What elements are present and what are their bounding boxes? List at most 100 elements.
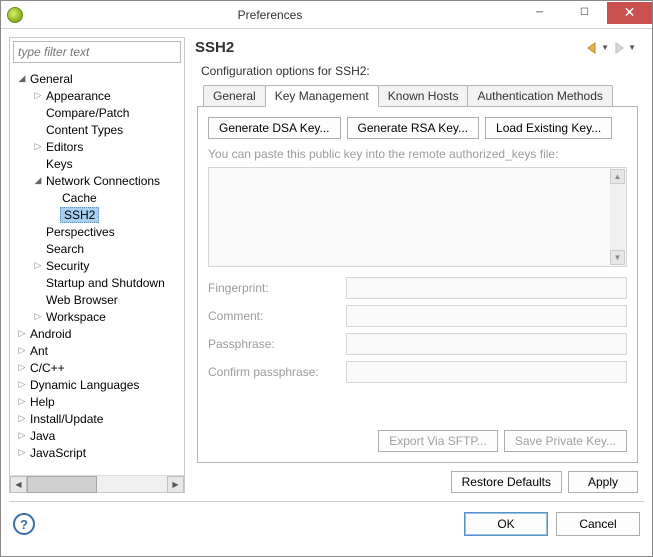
- tree-label: JavaScript: [28, 446, 88, 460]
- tree-hscrollbar[interactable]: ◀▶: [10, 475, 184, 492]
- passphrase-label: Passphrase:: [208, 337, 338, 351]
- comment-field[interactable]: [346, 305, 627, 327]
- minimize-button[interactable]: ─: [517, 2, 562, 24]
- tab-authentication-methods[interactable]: Authentication Methods: [467, 85, 612, 107]
- tree-label: Install/Update: [28, 412, 105, 426]
- titlebar: Preferences ─ ☐ ✕: [1, 1, 652, 29]
- tree-item-search[interactable]: Search: [12, 240, 184, 257]
- filter-input[interactable]: [13, 41, 181, 63]
- tree-label: Dynamic Languages: [28, 378, 141, 392]
- tab-bar: GeneralKey ManagementKnown HostsAuthenti…: [197, 85, 638, 107]
- tree-item-startup-and-shutdown[interactable]: Startup and Shutdown: [12, 274, 184, 291]
- tree-item-editors[interactable]: Editors: [12, 138, 184, 155]
- generate-rsa-button[interactable]: Generate RSA Key...: [347, 117, 480, 139]
- tree-arrow-icon[interactable]: [16, 379, 28, 390]
- tree-arrow-icon[interactable]: [16, 396, 28, 407]
- generate-dsa-button[interactable]: Generate DSA Key...: [208, 117, 341, 139]
- tree-label: Keys: [44, 157, 75, 171]
- tree-item-ssh2[interactable]: SSH2: [12, 206, 184, 223]
- nav-forward-menu[interactable]: ▼: [628, 43, 636, 52]
- tree-item-c-c-[interactable]: C/C++: [12, 359, 184, 376]
- tree-label: General: [28, 72, 75, 86]
- tree-item-appearance[interactable]: Appearance: [12, 87, 184, 104]
- nav-back-menu[interactable]: ▼: [601, 43, 609, 52]
- page-title: SSH2: [195, 39, 586, 56]
- tree-label: SSH2: [60, 207, 99, 223]
- tree-arrow-icon[interactable]: [16, 413, 28, 424]
- tree-label: Security: [44, 259, 91, 273]
- tree-label: Search: [44, 242, 86, 256]
- cancel-button[interactable]: Cancel: [556, 512, 640, 536]
- tree-item-general[interactable]: General: [12, 70, 184, 87]
- confirm-passphrase-field[interactable]: [346, 361, 627, 383]
- tree-label: Network Connections: [44, 174, 162, 188]
- tree-label: Compare/Patch: [44, 106, 131, 120]
- tree-item-ant[interactable]: Ant: [12, 342, 184, 359]
- tree-item-perspectives[interactable]: Perspectives: [12, 223, 184, 240]
- tree-arrow-icon[interactable]: [16, 362, 28, 373]
- public-key-textarea[interactable]: ▲▼: [208, 167, 627, 267]
- save-private-key-button[interactable]: Save Private Key...: [504, 430, 627, 452]
- tree-item-help[interactable]: Help: [12, 393, 184, 410]
- tree-label: Perspectives: [44, 225, 117, 239]
- tree-arrow-icon[interactable]: [16, 345, 28, 356]
- window-title: Preferences: [23, 8, 517, 22]
- tree-item-dynamic-languages[interactable]: Dynamic Languages: [12, 376, 184, 393]
- tree-label: C/C++: [28, 361, 67, 375]
- tree-item-cache[interactable]: Cache: [12, 189, 184, 206]
- public-key-hint: You can paste this public key into the r…: [208, 147, 627, 161]
- tree-arrow-icon[interactable]: [16, 328, 28, 339]
- tree-item-javascript[interactable]: JavaScript: [12, 444, 184, 461]
- tree-arrow-icon[interactable]: [32, 175, 44, 186]
- tree-arrow-icon[interactable]: [16, 73, 28, 84]
- tree-arrow-icon[interactable]: [32, 141, 44, 152]
- tree-item-web-browser[interactable]: Web Browser: [12, 291, 184, 308]
- tree-item-java[interactable]: Java: [12, 427, 184, 444]
- tree-item-compare-patch[interactable]: Compare/Patch: [12, 104, 184, 121]
- public-key-scrollbar[interactable]: ▲▼: [610, 169, 625, 265]
- tree-item-install-update[interactable]: Install/Update: [12, 410, 184, 427]
- ok-button[interactable]: OK: [464, 512, 548, 536]
- tree-label: Web Browser: [44, 293, 120, 307]
- tree-item-security[interactable]: Security: [12, 257, 184, 274]
- tree-label: Android: [28, 327, 73, 341]
- tree-label: Cache: [60, 191, 99, 205]
- nav-forward-icon[interactable]: [613, 42, 627, 54]
- maximize-button[interactable]: ☐: [562, 2, 607, 24]
- page-description: Configuration options for SSH2:: [191, 62, 644, 84]
- load-existing-key-button[interactable]: Load Existing Key...: [485, 117, 612, 139]
- export-via-sftp-button[interactable]: Export Via SFTP...: [378, 430, 498, 452]
- tree-arrow-icon[interactable]: [32, 90, 44, 101]
- help-icon[interactable]: ?: [13, 513, 35, 535]
- tab-key-management[interactable]: Key Management: [265, 85, 379, 107]
- nav-back-icon[interactable]: [586, 42, 600, 54]
- tree-item-keys[interactable]: Keys: [12, 155, 184, 172]
- tree-label: Java: [28, 429, 57, 443]
- close-button[interactable]: ✕: [607, 2, 652, 24]
- app-icon: [7, 7, 23, 23]
- tree-label: Appearance: [44, 89, 113, 103]
- tab-key-management: Generate DSA Key... Generate RSA Key... …: [197, 106, 638, 463]
- tree-item-network-connections[interactable]: Network Connections: [12, 172, 184, 189]
- tree-arrow-icon[interactable]: [16, 447, 28, 458]
- comment-label: Comment:: [208, 309, 338, 323]
- tree-label: Startup and Shutdown: [44, 276, 167, 290]
- tree-label: Help: [28, 395, 57, 409]
- tree-label: Workspace: [44, 310, 108, 324]
- tree-item-android[interactable]: Android: [12, 325, 184, 342]
- tree-arrow-icon[interactable]: [32, 311, 44, 322]
- fingerprint-field[interactable]: [346, 277, 627, 299]
- restore-defaults-button[interactable]: Restore Defaults: [451, 471, 562, 493]
- tree-label: Content Types: [44, 123, 125, 137]
- passphrase-field[interactable]: [346, 333, 627, 355]
- fingerprint-label: Fingerprint:: [208, 281, 338, 295]
- tree-label: Editors: [44, 140, 85, 154]
- tree-item-content-types[interactable]: Content Types: [12, 121, 184, 138]
- tab-general[interactable]: General: [203, 85, 266, 107]
- tree-item-workspace[interactable]: Workspace: [12, 308, 184, 325]
- tab-known-hosts[interactable]: Known Hosts: [378, 85, 469, 107]
- apply-button[interactable]: Apply: [568, 471, 638, 493]
- tree-arrow-icon[interactable]: [16, 430, 28, 441]
- preference-tree[interactable]: General Appearance Compare/Patch Content Ty…: [10, 66, 184, 465]
- tree-arrow-icon[interactable]: [32, 260, 44, 271]
